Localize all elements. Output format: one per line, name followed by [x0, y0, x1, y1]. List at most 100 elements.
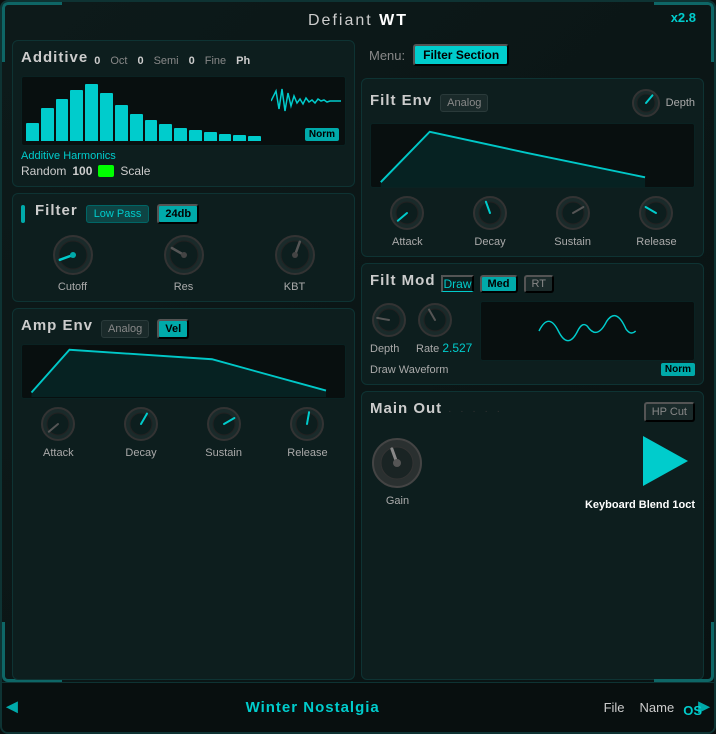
main-out-title: Main Out	[370, 400, 442, 417]
filter-indicator	[21, 205, 25, 223]
amp-release-knob[interactable]	[288, 405, 326, 443]
res-label: Res	[174, 281, 194, 293]
harmonic-bar-10[interactable]	[174, 128, 187, 141]
additive-harmonics-label: Additive Harmonics	[21, 150, 346, 162]
harmonic-bar-11[interactable]	[189, 130, 202, 141]
scale-indicator	[98, 165, 114, 177]
draw-waveform-label: Draw Waveform	[370, 364, 448, 376]
random-value: 100	[72, 164, 92, 178]
norm-label[interactable]: Norm	[305, 128, 339, 141]
filt-sustain-group: Sustain	[554, 194, 592, 248]
play-triangle-icon	[643, 436, 688, 486]
os-label: OS	[683, 703, 702, 718]
analog-button[interactable]: Analog	[101, 320, 149, 338]
fine-label: Fine	[205, 55, 226, 67]
scale-label: Scale	[120, 164, 150, 178]
amp-env-title: Amp Env	[21, 317, 93, 334]
filt-decay-group: Decay	[471, 194, 509, 248]
amp-decay-label: Decay	[125, 447, 156, 459]
filt-mod-depth-label: Depth	[370, 343, 408, 355]
harmonic-bar-6[interactable]	[115, 105, 128, 141]
filt-mod-title: Filt Mod	[370, 272, 435, 289]
play-button[interactable]	[635, 431, 695, 491]
filt-env-depth-knob[interactable]	[630, 87, 662, 119]
filt-env-section: Filt Env Analog Depth	[361, 78, 704, 257]
dots-decoration: · · · · ·	[448, 406, 638, 417]
menu-label: Menu:	[369, 48, 405, 63]
amp-attack-knob[interactable]	[39, 405, 77, 443]
vel-button[interactable]: Vel	[157, 319, 189, 339]
harmonic-bar-7[interactable]	[130, 114, 143, 141]
additive-title: Additive	[21, 49, 88, 66]
app-title: Defiant WT	[308, 12, 408, 30]
harmonic-bar-5[interactable]	[100, 93, 113, 141]
oct-value: 0	[94, 55, 100, 67]
amp-attack-group: Attack	[39, 405, 77, 459]
harmonic-bar-14[interactable]	[233, 135, 246, 141]
filt-mod-rate-knob[interactable]	[416, 301, 454, 339]
harmonic-bar-2[interactable]	[56, 99, 69, 141]
file-button[interactable]: File	[604, 700, 625, 715]
amp-attack-label: Attack	[43, 447, 74, 459]
filt-analog-button[interactable]: Analog	[440, 94, 488, 112]
amp-sustain-label: Sustain	[205, 447, 242, 459]
filter-section-button[interactable]: Filter Section	[413, 44, 509, 66]
additive-section: Additive 0 Oct 0 Semi 0 Fine Ph	[12, 40, 355, 187]
filt-attack-group: Attack	[388, 194, 426, 248]
draw-button[interactable]: Draw	[441, 275, 473, 292]
harmonic-bar-12[interactable]	[204, 132, 217, 141]
kbt-label: KBT	[284, 281, 305, 293]
res-group: Res	[162, 233, 206, 293]
filt-release-knob[interactable]	[637, 194, 675, 232]
filt-sustain-knob[interactable]	[554, 194, 592, 232]
filt-attack-label: Attack	[392, 236, 423, 248]
filter-section: Filter Low Pass 24db	[12, 193, 355, 302]
menu-row: Menu: Filter Section	[361, 40, 704, 70]
kbt-knob[interactable]	[273, 233, 317, 277]
header: Defiant WT x2.8	[2, 2, 714, 40]
filter-type-button[interactable]: Low Pass	[86, 205, 150, 223]
harmonic-bar-8[interactable]	[145, 120, 158, 141]
harmonic-bar-13[interactable]	[219, 134, 232, 141]
filt-mod-norm-label[interactable]: Norm	[661, 363, 695, 376]
waveform-preview	[271, 81, 341, 121]
footer: ◄ Winter Nostalgia File Name ► OS	[2, 682, 714, 732]
hp-cut-button[interactable]: HP Cut	[644, 402, 695, 422]
harmonic-bar-1[interactable]	[41, 108, 54, 141]
harmonic-bar-4[interactable]	[85, 84, 98, 141]
amp-decay-group: Decay	[122, 405, 160, 459]
gain-group: Gain	[370, 436, 425, 507]
gain-knob[interactable]	[370, 436, 425, 491]
filt-mod-depth-knob[interactable]	[370, 301, 408, 339]
gain-label: Gain	[386, 495, 409, 507]
harmonics-display[interactable]: Norm	[21, 76, 346, 146]
filt-env-display[interactable]	[370, 123, 695, 188]
amp-decay-knob[interactable]	[122, 405, 160, 443]
filter-title: Filter	[35, 202, 78, 219]
semi-value: 0	[137, 55, 143, 67]
cutoff-knob[interactable]	[51, 233, 95, 277]
cutoff-label: Cutoff	[58, 281, 87, 293]
harmonic-bar-9[interactable]	[159, 124, 172, 141]
additive-params: 0 Oct 0 Semi 0 Fine Ph	[94, 55, 250, 67]
filt-release-group: Release	[636, 194, 676, 248]
cutoff-group: Cutoff	[51, 233, 95, 293]
rt-button[interactable]: RT	[524, 275, 554, 293]
amp-sustain-knob[interactable]	[205, 405, 243, 443]
res-knob[interactable]	[162, 233, 206, 277]
filt-attack-knob[interactable]	[388, 194, 426, 232]
filt-mod-waveform[interactable]	[480, 301, 695, 361]
version-badge: x2.8	[671, 10, 696, 25]
harmonic-bar-3[interactable]	[70, 90, 83, 141]
amp-env-section: Amp Env Analog Vel	[12, 308, 355, 680]
filt-decay-knob[interactable]	[471, 194, 509, 232]
med-button[interactable]: Med	[480, 275, 518, 293]
name-button[interactable]: Name	[640, 700, 675, 715]
harmonic-bar-15[interactable]	[248, 136, 261, 141]
filt-env-depth-label: Depth	[666, 97, 695, 109]
amp-env-display[interactable]	[21, 344, 346, 399]
prev-arrow-button[interactable]: ◄	[2, 696, 22, 719]
filter-db-button[interactable]: 24db	[157, 204, 199, 224]
random-label: Random	[21, 164, 66, 178]
harmonic-bar-0[interactable]	[26, 123, 39, 141]
